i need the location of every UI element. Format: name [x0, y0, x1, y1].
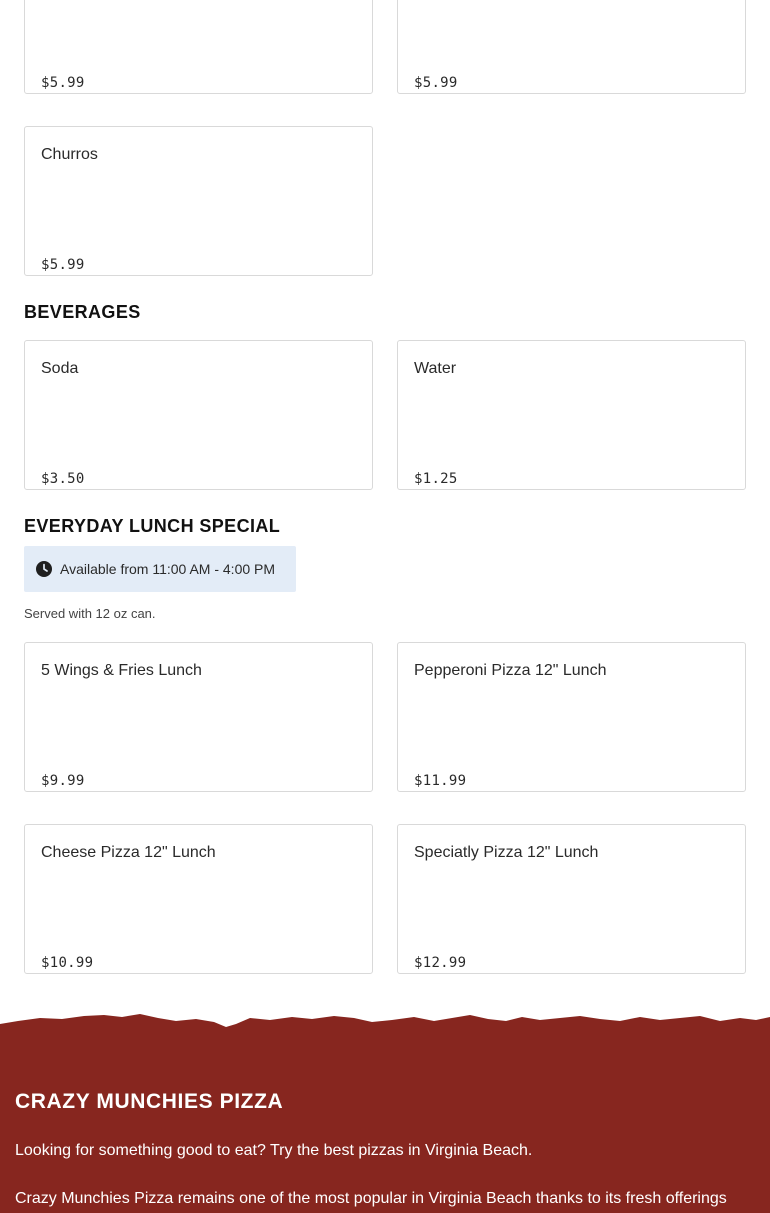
clock-icon: [36, 561, 52, 577]
menu-item-card[interactable]: Water $1.25: [397, 340, 746, 490]
menu-item-price: $5.99: [41, 75, 85, 91]
menu-item-card[interactable]: Speciatly Pizza 12" Lunch $12.99: [397, 824, 746, 974]
menu-item-card[interactable]: Pepperoni Pizza 12" Lunch $11.99: [397, 642, 746, 792]
menu-item-card[interactable]: Churros $5.99: [24, 126, 373, 276]
menu-item-price: $5.99: [414, 75, 458, 91]
menu-item-name: Soda: [41, 360, 79, 377]
menu-item-name: Speciatly Pizza 12" Lunch: [414, 844, 599, 861]
menu-item-card[interactable]: Cheese Pizza 12" Lunch $10.99: [24, 824, 373, 974]
footer: CRAZY MUNCHIES PIZZA Looking for somethi…: [0, 1012, 770, 1213]
menu-item-price: $10.99: [41, 955, 94, 971]
menu-item-price: $5.99: [41, 257, 85, 273]
menu-item-price: $12.99: [414, 955, 467, 971]
menu-item-name: Cheese Pizza 12" Lunch: [41, 844, 216, 861]
footer-title: CRAZY MUNCHIES PIZZA: [15, 1090, 284, 1113]
section-description: Served with 12 oz can.: [24, 606, 156, 621]
availability-text: Available from 11:00 AM - 4:00 PM: [60, 561, 276, 577]
menu-item-price: $9.99: [41, 773, 85, 789]
menu-item-price: $1.25: [414, 471, 458, 487]
menu-item-card[interactable]: 5 Wings & Fries Lunch $9.99: [24, 642, 373, 792]
menu-item-name: 5 Wings & Fries Lunch: [41, 662, 202, 679]
menu-item-price: $3.50: [41, 471, 85, 487]
availability-banner: Available from 11:00 AM - 4:00 PM: [24, 546, 296, 592]
footer-paragraph: Looking for something good to eat? Try t…: [15, 1142, 533, 1159]
menu-item-name: Churros: [41, 146, 98, 163]
menu-item-price: $11.99: [414, 773, 467, 789]
section-title-lunch-special: EVERYDAY LUNCH SPECIAL: [24, 516, 281, 536]
menu-item-card[interactable]: $5.99: [397, 0, 746, 94]
menu-item-name: Pepperoni Pizza 12" Lunch: [414, 662, 607, 679]
menu-item-card[interactable]: $5.99: [24, 0, 373, 94]
section-title-beverages: BEVERAGES: [24, 302, 141, 322]
menu-item-card[interactable]: Soda $3.50: [24, 340, 373, 490]
footer-paragraph: Crazy Munchies Pizza remains one of the …: [15, 1190, 727, 1207]
menu-item-name: Water: [414, 360, 457, 377]
